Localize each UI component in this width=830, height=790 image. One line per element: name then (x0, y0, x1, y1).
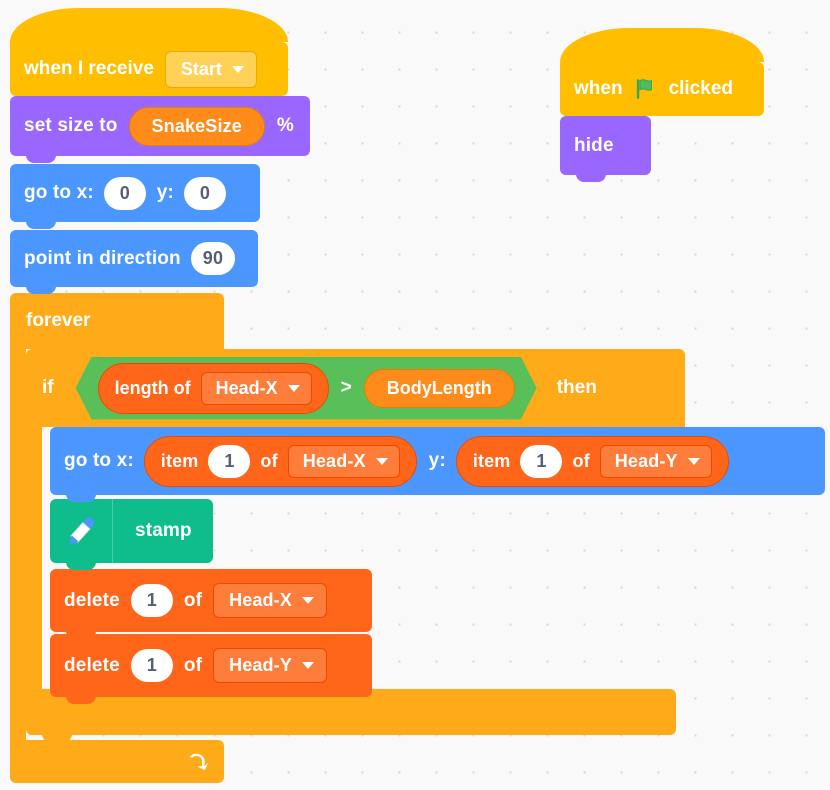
point-in-direction-label: point in direction (24, 247, 181, 269)
item-x-list-value: Head-X (302, 450, 366, 471)
item-x-list-dropdown[interactable]: Head-X (287, 444, 400, 478)
chevron-down-icon (301, 662, 314, 669)
message-dropdown[interactable]: Start (164, 50, 257, 88)
operator-greater-than[interactable]: length of Head-X > BodyLength (76, 357, 537, 420)
block-go-to-xy-head[interactable]: go to x: item 1 of Head-X y: item 1 of H… (50, 427, 825, 502)
item-x-label: item (160, 450, 199, 471)
delete-x-list-dropdown[interactable]: Head-X (213, 583, 327, 618)
when-label: when (574, 78, 623, 99)
set-size-to-label: set size to (24, 115, 118, 136)
length-of-list-value: Head-X (215, 377, 278, 398)
go-to-x-input[interactable]: 0 (103, 176, 146, 210)
if-label: if (42, 377, 54, 398)
when-i-receive-label: when I receive (24, 58, 154, 79)
reporter-length-of-list[interactable]: length of Head-X (98, 363, 329, 414)
flag-hat-dome (560, 28, 764, 62)
flag-hat-body: when clicked (560, 62, 764, 123)
green-flag-icon (636, 79, 652, 99)
variable-bodylength[interactable]: BodyLength (364, 369, 515, 408)
delete-y-label: delete (64, 654, 120, 676)
forever-label: forever (26, 310, 91, 331)
item-y-list-dropdown[interactable]: Head-Y (599, 444, 712, 478)
greater-than-symbol: > (340, 377, 352, 398)
length-of-label: length of (114, 377, 191, 398)
delete-y-of-label: of (183, 654, 203, 676)
go-to-y-label: y: (156, 182, 174, 203)
go-to-head-x-label: go to x: (64, 450, 134, 471)
item-x-index-input[interactable]: 1 (208, 444, 251, 478)
hat-dome (10, 8, 288, 42)
message-dropdown-value: Start (180, 58, 222, 79)
scratch-workspace-canvas[interactable]: when I receive Start set size to SnakeSi… (0, 0, 830, 790)
block-point-in-direction[interactable]: point in direction 90 (10, 230, 258, 294)
block-set-size-to[interactable]: set size to SnakeSize % (10, 96, 310, 163)
variable-snakesize[interactable]: SnakeSize (128, 106, 265, 146)
block-go-to-xy-origin[interactable]: go to x: 0 y: 0 (10, 164, 260, 229)
delete-y-index-input[interactable]: 1 (130, 649, 173, 682)
length-of-list-dropdown[interactable]: Head-X (201, 372, 312, 405)
if-arm (26, 427, 42, 689)
reporter-item-of-head-x[interactable]: item 1 of Head-X (143, 435, 417, 487)
item-y-of-label: of (572, 450, 590, 471)
variable-bodylength-label: BodyLength (386, 377, 492, 398)
delete-x-list-value: Head-X (229, 590, 292, 610)
chevron-down-icon (687, 457, 700, 465)
delete-x-label: delete (64, 589, 120, 611)
stamp-label: stamp (135, 520, 192, 541)
delete-x-index-input[interactable]: 1 (130, 584, 173, 617)
chevron-down-icon (288, 385, 300, 392)
pen-icon (69, 517, 95, 545)
block-delete-of-head-y[interactable]: delete 1 of Head-Y (50, 634, 372, 704)
hide-label: hide (574, 134, 614, 156)
item-y-index-input[interactable]: 1 (520, 444, 563, 478)
item-y-list-value: Head-Y (614, 450, 678, 471)
then-label: then (556, 377, 597, 398)
item-y-label: item (472, 450, 511, 471)
if-top: if length of Head-X > BodyLength then (26, 349, 685, 427)
point-in-direction-input[interactable]: 90 (190, 242, 236, 275)
block-stamp[interactable]: stamp (50, 499, 213, 570)
block-delete-of-head-x[interactable]: delete 1 of Head-X (50, 569, 372, 639)
stamp-divider (112, 499, 113, 563)
hat-body: when I receive Start (10, 42, 288, 103)
forever-bottom (10, 740, 224, 783)
clicked-label: clicked (668, 78, 733, 99)
chevron-down-icon (375, 457, 388, 465)
go-to-y-input[interactable]: 0 (184, 176, 226, 210)
delete-y-list-value: Head-Y (229, 655, 292, 675)
item-x-of-label: of (260, 450, 278, 471)
variable-snakesize-label: SnakeSize (151, 115, 242, 136)
forever-arm (10, 349, 26, 740)
chevron-down-icon (301, 597, 314, 604)
percent-label: % (276, 115, 294, 136)
go-to-x-label: go to x: (24, 182, 94, 203)
block-hide[interactable]: hide (560, 116, 651, 182)
loop-arrow-icon (189, 753, 209, 771)
reporter-item-of-head-y[interactable]: item 1 of Head-Y (455, 435, 729, 487)
delete-x-of-label: of (183, 589, 203, 611)
chevron-down-icon (231, 65, 244, 73)
delete-y-list-dropdown[interactable]: Head-Y (213, 648, 327, 683)
forever-top: forever (10, 293, 224, 349)
go-to-head-y-label: y: (428, 450, 446, 471)
